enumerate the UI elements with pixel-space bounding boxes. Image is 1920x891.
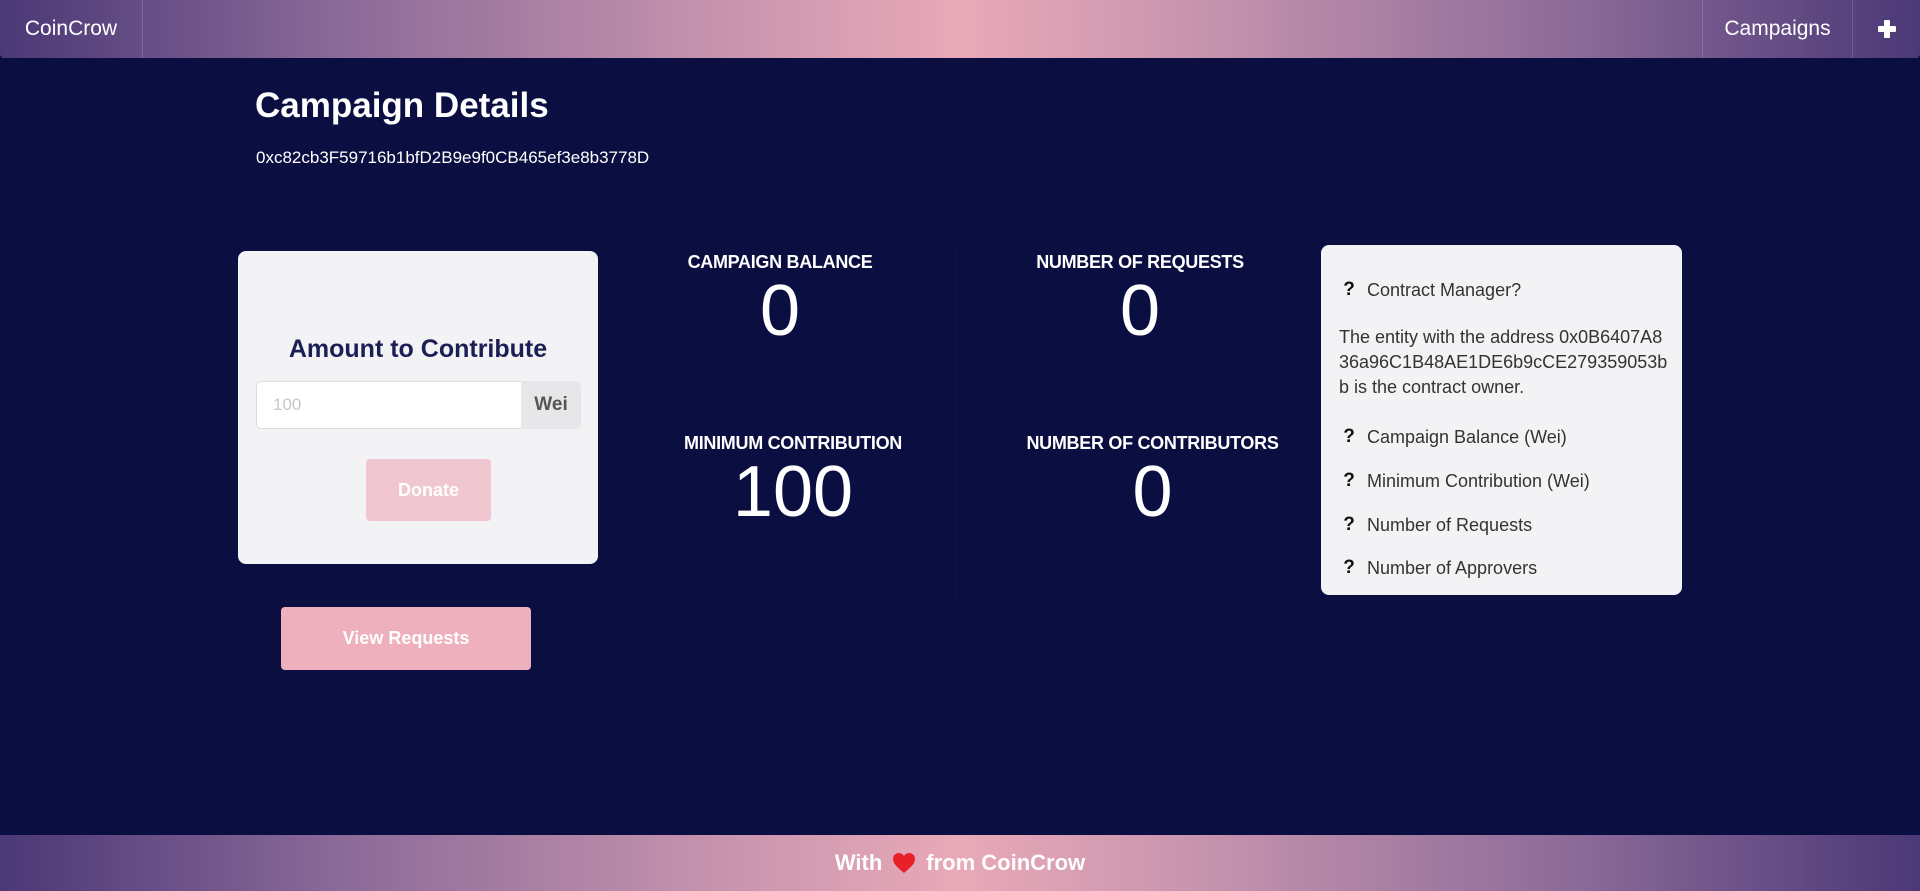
stat-label: NUMBER OF REQUESTS [1036, 252, 1244, 272]
info-item-label: Campaign Balance (Wei) [1367, 426, 1567, 447]
footer: With from CoinCrow [0, 835, 1920, 891]
stat-label: CAMPAIGN BALANCE [687, 252, 873, 272]
stat-value: 0 [1119, 271, 1161, 351]
contribute-card: Amount to Contribute Wei Donate [238, 251, 598, 564]
stats-divider [956, 252, 957, 597]
view-requests-button[interactable]: View Requests [281, 607, 531, 670]
footer-prefix: With [834, 850, 883, 875]
info-item-label: Minimum Contribution (Wei) [1367, 470, 1590, 491]
info-item-campaign-balance[interactable]: ? Campaign Balance (Wei) [1341, 426, 1567, 448]
brand-link[interactable]: CoinCrow [0, 0, 143, 58]
campaign-address: 0xc82cb3F59716b1bfD2B9e9f0CB465ef3e8b377… [256, 148, 650, 167]
footer-suffix: from CoinCrow [926, 850, 1086, 875]
info-item-number-of-requests[interactable]: ? Number of Requests [1341, 514, 1532, 536]
contract-manager-description: The entity with the address 0x0B6407A836… [1339, 327, 1668, 397]
info-item-number-of-approvers[interactable]: ? Number of Approvers [1341, 557, 1537, 579]
heart-icon [893, 853, 916, 873]
top-navbar: CoinCrow Campaigns [0, 0, 1920, 58]
question-icon: ? [1343, 470, 1355, 491]
question-icon: ? [1343, 279, 1355, 300]
stat-value: 0 [1132, 452, 1173, 532]
stat-label: MINIMUM CONTRIBUTION [684, 433, 902, 453]
amount-input[interactable] [256, 381, 521, 429]
amount-input-group: Wei [256, 381, 581, 429]
stat-minimum-contribution: MINIMUM CONTRIBUTION 100 [667, 433, 919, 528]
campaigns-link[interactable]: Campaigns [1702, 0, 1852, 58]
info-item-contract-manager[interactable]: ? Contract Manager? [1341, 279, 1521, 301]
info-item-label: Number of Requests [1367, 514, 1533, 535]
question-icon: ? [1343, 514, 1355, 535]
stat-number-of-contributors: NUMBER OF CONTRIBUTORS 0 [1020, 433, 1285, 528]
page-title: Campaign Details [255, 86, 549, 125]
question-icon: ? [1343, 426, 1355, 447]
info-item-label: Number of Approvers [1367, 557, 1538, 578]
donate-button[interactable]: Donate [366, 459, 491, 521]
info-item-label: Contract Manager? [1367, 279, 1522, 300]
stat-campaign-balance: CAMPAIGN BALANCE 0 [660, 252, 900, 347]
stat-label: NUMBER OF CONTRIBUTORS [1026, 433, 1279, 453]
stat-value: 100 [732, 452, 854, 532]
unit-label: Wei [521, 381, 581, 429]
info-card: ? Contract Manager? The entity with the … [1321, 245, 1682, 595]
stat-number-of-requests: NUMBER OF REQUESTS 0 [1020, 252, 1260, 347]
stat-value: 0 [759, 271, 801, 351]
contribute-label: Amount to Contribute [288, 335, 548, 363]
add-campaign-button[interactable] [1852, 0, 1920, 58]
plus-icon [1877, 20, 1896, 38]
info-item-minimum-contribution[interactable]: ? Minimum Contribution (Wei) [1341, 470, 1590, 492]
question-icon: ? [1343, 557, 1355, 578]
